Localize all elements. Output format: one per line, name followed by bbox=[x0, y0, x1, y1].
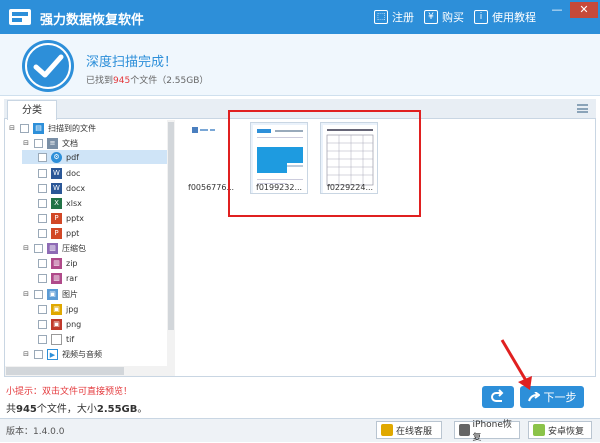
tree-item-jpg[interactable]: ▣ jpg bbox=[38, 302, 78, 316]
checkbox[interactable] bbox=[38, 213, 47, 223]
powerpoint-icon: P bbox=[51, 227, 62, 239]
tree-item-pdf[interactable]: ⚙ pdf bbox=[22, 150, 168, 164]
collapse-icon[interactable]: ⊟ bbox=[22, 139, 30, 147]
status-subtitle: 已找到945个文件（2.55GB） bbox=[86, 76, 209, 86]
tab-category[interactable]: 分类 bbox=[7, 100, 57, 120]
excel-icon: X bbox=[51, 197, 62, 209]
android-recovery-button[interactable]: 安卓恢复 bbox=[528, 421, 592, 439]
file-thumbnail-1[interactable] bbox=[191, 124, 217, 136]
word-icon: W bbox=[51, 167, 62, 179]
collapse-icon[interactable]: ⊟ bbox=[22, 350, 30, 358]
checkbox[interactable] bbox=[34, 289, 43, 299]
highlight-box bbox=[228, 110, 421, 217]
tutorial-label: 使用教程 bbox=[492, 11, 536, 24]
status-title: 深度扫描完成！ bbox=[86, 55, 178, 70]
tree-item-docx[interactable]: W docx bbox=[38, 181, 85, 195]
checkmark-icon bbox=[22, 40, 74, 92]
folder-scan-icon: ▤ bbox=[33, 122, 44, 134]
buy-label: 购买 bbox=[442, 11, 464, 24]
tree-item-pptx[interactable]: P pptx bbox=[38, 211, 84, 225]
rar-icon: ▥ bbox=[51, 272, 62, 284]
checkbox[interactable] bbox=[38, 198, 47, 208]
tutorial-button[interactable]: i 使用教程 bbox=[474, 9, 536, 25]
tree-item-xlsx[interactable]: X xlsx bbox=[38, 196, 82, 210]
iphone-icon bbox=[459, 424, 470, 436]
tree-item-media[interactable]: ⊟ ▶ 视频与音频 bbox=[22, 347, 102, 361]
summary-text: 共945个文件，大小2.55GB。 bbox=[6, 404, 148, 415]
collapse-icon[interactable]: ⊟ bbox=[22, 244, 30, 252]
tree-item-doc[interactable]: W doc bbox=[38, 166, 80, 180]
checkbox[interactable] bbox=[38, 183, 47, 193]
tree-item-root[interactable]: ⊟ ▤ 扫描到的文件 bbox=[8, 121, 96, 135]
info-icon: i bbox=[474, 10, 488, 24]
checkbox[interactable] bbox=[38, 304, 47, 314]
checkbox[interactable] bbox=[38, 319, 47, 329]
jpg-icon: ▣ bbox=[51, 303, 62, 315]
zip-icon: ▥ bbox=[51, 257, 62, 269]
online-service-button[interactable]: 在线客服 bbox=[376, 421, 442, 439]
register-icon: ⬚ bbox=[374, 10, 388, 24]
pdf-icon: ⚙ bbox=[51, 151, 62, 163]
checkbox[interactable] bbox=[34, 138, 43, 148]
checkbox[interactable] bbox=[20, 123, 29, 133]
checkbox[interactable] bbox=[38, 258, 47, 268]
tree-horizontal-scroll-thumb[interactable] bbox=[6, 367, 124, 375]
tree-item-images[interactable]: ⊟ ▣ 图片 bbox=[22, 287, 78, 301]
collapse-icon[interactable]: ⊟ bbox=[8, 124, 16, 132]
document-icon: ≡ bbox=[47, 137, 58, 149]
tree-vertical-scroll-thumb[interactable] bbox=[168, 122, 174, 330]
image-icon: ▣ bbox=[47, 288, 58, 300]
tif-icon bbox=[51, 333, 62, 345]
checkbox[interactable] bbox=[34, 349, 43, 359]
yen-icon: ¥ bbox=[424, 10, 438, 24]
headset-icon bbox=[381, 424, 393, 436]
tree-item-tif[interactable]: tif bbox=[38, 332, 74, 346]
checkbox[interactable] bbox=[34, 243, 43, 253]
iphone-recovery-button[interactable]: iPhone恢复 bbox=[454, 420, 520, 443]
next-label: 下一步 bbox=[543, 391, 577, 404]
tree-item-rar[interactable]: ▥ rar bbox=[38, 271, 77, 285]
view-menu-icon[interactable] bbox=[577, 104, 588, 113]
app-logo-icon bbox=[9, 9, 31, 25]
register-button[interactable]: ⬚ 注册 bbox=[374, 9, 414, 25]
minimize-button[interactable]: — bbox=[546, 2, 568, 18]
app-title: 强力数据恢复软件 bbox=[40, 13, 145, 28]
pointer-arrow-annotation bbox=[500, 339, 532, 390]
checkbox[interactable] bbox=[38, 168, 47, 178]
powerpoint-icon: P bbox=[51, 212, 62, 224]
checkbox[interactable] bbox=[38, 152, 47, 162]
png-icon: ▣ bbox=[51, 318, 62, 330]
tree-item-png[interactable]: ▣ png bbox=[38, 317, 81, 331]
tree-item-zip[interactable]: ▥ zip bbox=[38, 256, 78, 270]
collapse-icon[interactable]: ⊟ bbox=[22, 290, 30, 298]
word-icon: W bbox=[51, 182, 62, 194]
buy-button[interactable]: ¥ 购买 bbox=[424, 9, 464, 25]
checkbox[interactable] bbox=[38, 228, 47, 238]
tree-item-archives[interactable]: ⊟ ▥ 压缩包 bbox=[22, 241, 86, 255]
archive-icon: ▥ bbox=[47, 242, 58, 254]
checkbox[interactable] bbox=[38, 334, 47, 344]
play-icon: ▶ bbox=[47, 348, 58, 360]
version-text: 版本：1.4.0.0 bbox=[6, 427, 65, 437]
tree-item-documents[interactable]: ⊟ ≡ 文档 bbox=[22, 136, 78, 150]
register-label: 注册 bbox=[392, 11, 414, 24]
close-button[interactable]: ✕ bbox=[570, 2, 598, 18]
tip-text: 小提示：双击文件可直接预览！ bbox=[6, 387, 133, 397]
tree-item-ppt[interactable]: P ppt bbox=[38, 226, 79, 240]
android-icon bbox=[533, 424, 545, 436]
checkbox[interactable] bbox=[38, 273, 47, 283]
